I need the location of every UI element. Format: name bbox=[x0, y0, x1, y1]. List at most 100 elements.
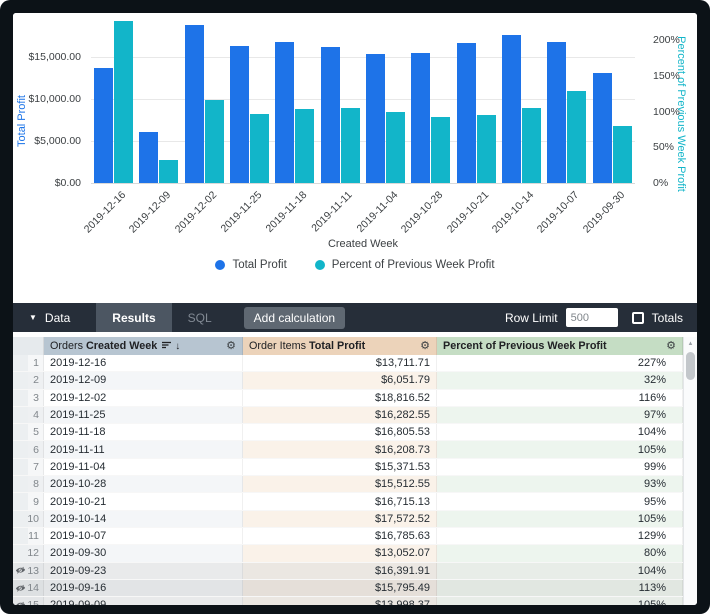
bar-percent-previous-week[interactable] bbox=[522, 108, 541, 183]
bar-percent-previous-week[interactable] bbox=[295, 109, 314, 183]
bar-total-profit[interactable] bbox=[230, 46, 249, 183]
column-header-created-week[interactable]: Orders Created Week ↓ ⚙ bbox=[44, 337, 243, 355]
table-row: 132019-09-23$16,391.91104% bbox=[13, 563, 697, 580]
bar-total-profit[interactable] bbox=[411, 53, 430, 183]
totals-label: Totals bbox=[652, 311, 683, 325]
row-number-cell: 12 bbox=[28, 545, 44, 561]
percent-cell[interactable]: 104% bbox=[437, 424, 683, 440]
week-cell[interactable]: 2019-12-02 bbox=[44, 390, 243, 406]
week-cell[interactable]: 2019-12-16 bbox=[44, 355, 243, 371]
week-cell[interactable]: 2019-10-28 bbox=[44, 476, 243, 492]
profit-cell[interactable]: $16,208.73 bbox=[243, 441, 437, 457]
bar-percent-previous-week[interactable] bbox=[431, 117, 450, 183]
column-header-total-profit[interactable]: Order Items Total Profit ⚙ bbox=[243, 337, 437, 355]
row-number-cell: 1 bbox=[28, 355, 44, 371]
bar-percent-previous-week[interactable] bbox=[613, 126, 632, 183]
bar-percent-previous-week[interactable] bbox=[159, 160, 178, 183]
percent-cell[interactable]: 116% bbox=[437, 390, 683, 406]
week-cell[interactable]: 2019-10-14 bbox=[44, 511, 243, 527]
profit-cell[interactable]: $16,391.91 bbox=[243, 563, 437, 579]
totals-checkbox[interactable] bbox=[632, 312, 644, 324]
week-cell[interactable]: 2019-09-23 bbox=[44, 563, 243, 579]
profit-cell[interactable]: $6,051.79 bbox=[243, 372, 437, 388]
bar-percent-previous-week[interactable] bbox=[250, 114, 269, 183]
profit-cell[interactable]: $16,785.63 bbox=[243, 528, 437, 544]
bar-percent-previous-week[interactable] bbox=[477, 115, 496, 183]
profit-cell[interactable]: $16,715.13 bbox=[243, 493, 437, 509]
bar-total-profit[interactable] bbox=[185, 25, 204, 183]
bar-total-profit[interactable] bbox=[321, 47, 340, 183]
percent-cell[interactable]: 99% bbox=[437, 459, 683, 475]
sort-desc-arrow-icon: ↓ bbox=[175, 341, 180, 352]
row-limit-label: Row Limit bbox=[505, 311, 558, 325]
week-cell[interactable]: 2019-09-30 bbox=[44, 545, 243, 561]
percent-cell[interactable]: 93% bbox=[437, 476, 683, 492]
week-cell[interactable]: 2019-11-18 bbox=[44, 424, 243, 440]
add-calculation-button[interactable]: Add calculation bbox=[244, 307, 345, 329]
week-cell[interactable]: 2019-09-16 bbox=[44, 580, 243, 596]
percent-cell[interactable]: 227% bbox=[437, 355, 683, 371]
profit-cell[interactable]: $13,052.07 bbox=[243, 545, 437, 561]
bar-total-profit[interactable] bbox=[94, 68, 113, 183]
bar-percent-previous-week[interactable] bbox=[205, 100, 224, 183]
percent-cell[interactable]: 129% bbox=[437, 528, 683, 544]
scroll-up-arrow-icon[interactable]: ▲ bbox=[684, 337, 697, 350]
profit-cell[interactable]: $17,572.52 bbox=[243, 511, 437, 527]
row-limit-input[interactable] bbox=[566, 308, 618, 327]
bar-total-profit[interactable] bbox=[547, 42, 566, 183]
profit-cell[interactable]: $15,795.49 bbox=[243, 580, 437, 596]
week-cell[interactable]: 2019-10-07 bbox=[44, 528, 243, 544]
collapse-caret-icon[interactable]: ▼ bbox=[29, 313, 37, 322]
percent-cell[interactable]: 105% bbox=[437, 511, 683, 527]
week-cell[interactable]: 2019-12-09 bbox=[44, 372, 243, 388]
percent-cell[interactable]: 95% bbox=[437, 493, 683, 509]
x-axis-label: 2019-11-04 bbox=[354, 189, 400, 235]
percent-cell[interactable]: 32% bbox=[437, 372, 683, 388]
week-cell[interactable]: 2019-11-11 bbox=[44, 441, 243, 457]
profit-cell[interactable]: $16,282.55 bbox=[243, 407, 437, 423]
percent-cell[interactable]: 105% bbox=[437, 597, 683, 605]
tab-results[interactable]: Results bbox=[96, 303, 171, 332]
gear-icon[interactable]: ⚙ bbox=[666, 341, 676, 351]
bar-percent-previous-week[interactable] bbox=[114, 21, 133, 183]
legend-item-percent[interactable]: Percent of Previous Week Profit bbox=[315, 259, 495, 271]
explore-panel: Total Profit Percent of Previous Week Pr… bbox=[13, 13, 697, 605]
week-cell[interactable]: 2019-11-04 bbox=[44, 459, 243, 475]
bar-percent-previous-week[interactable] bbox=[341, 108, 360, 183]
week-cell[interactable]: 2019-10-21 bbox=[44, 493, 243, 509]
gear-icon[interactable]: ⚙ bbox=[226, 341, 236, 351]
data-section-label[interactable]: Data bbox=[45, 311, 70, 325]
profit-cell[interactable]: $18,816.52 bbox=[243, 390, 437, 406]
bar-total-profit[interactable] bbox=[502, 35, 521, 183]
right-axis-tick: 50% bbox=[653, 141, 674, 153]
profit-cell[interactable]: $15,512.55 bbox=[243, 476, 437, 492]
x-axis-line bbox=[91, 183, 635, 184]
left-axis-tick: $5,000.00 bbox=[15, 135, 81, 147]
gear-icon[interactable]: ⚙ bbox=[420, 341, 430, 351]
percent-cell[interactable]: 97% bbox=[437, 407, 683, 423]
percent-cell[interactable]: 104% bbox=[437, 563, 683, 579]
profit-cell[interactable]: $13,711.71 bbox=[243, 355, 437, 371]
bar-percent-previous-week[interactable] bbox=[567, 91, 586, 183]
row-number-cell: 5 bbox=[28, 424, 44, 440]
profit-cell[interactable]: $15,371.53 bbox=[243, 459, 437, 475]
week-cell[interactable]: 2019-09-09 bbox=[44, 597, 243, 605]
tab-sql[interactable]: SQL bbox=[172, 303, 228, 332]
profit-cell[interactable]: $13,998.37 bbox=[243, 597, 437, 605]
percent-cell[interactable]: 113% bbox=[437, 580, 683, 596]
scrollbar-thumb[interactable] bbox=[686, 352, 695, 380]
column-header-percent[interactable]: Percent of Previous Week Profit ⚙ bbox=[437, 337, 683, 355]
bar-total-profit[interactable] bbox=[366, 54, 385, 183]
percent-cell[interactable]: 105% bbox=[437, 441, 683, 457]
percent-cell[interactable]: 80% bbox=[437, 545, 683, 561]
bar-total-profit[interactable] bbox=[593, 73, 612, 183]
vertical-scrollbar[interactable]: ▲ bbox=[683, 337, 697, 605]
profit-cell[interactable]: $16,805.53 bbox=[243, 424, 437, 440]
bar-percent-previous-week[interactable] bbox=[386, 112, 405, 183]
bar-total-profit[interactable] bbox=[275, 42, 294, 183]
legend-item-total-profit[interactable]: Total Profit bbox=[215, 259, 286, 271]
week-cell[interactable]: 2019-11-25 bbox=[44, 407, 243, 423]
bar-total-profit[interactable] bbox=[139, 132, 158, 183]
left-axis-tick: $10,000.00 bbox=[15, 93, 81, 105]
bar-total-profit[interactable] bbox=[457, 43, 476, 183]
